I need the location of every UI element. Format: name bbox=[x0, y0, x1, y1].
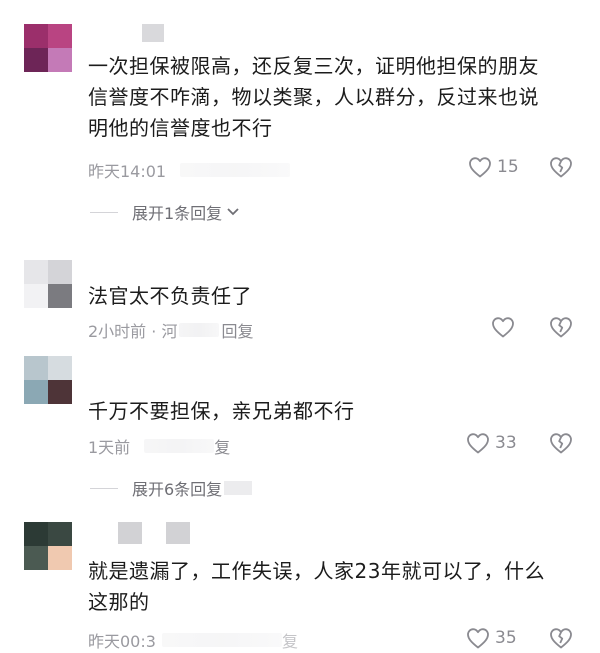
comment-text: 千万不要担保，亲兄弟都不行 bbox=[88, 396, 355, 427]
reply-button[interactable]: 复 bbox=[214, 434, 230, 458]
avatar-pixel bbox=[48, 260, 72, 284]
comment-line: 千万不要担保，亲兄弟都不行 bbox=[88, 399, 355, 423]
comment-line: 就是遗漏了，工作失误，人家23年就可以了，什么 bbox=[88, 559, 545, 583]
reply-button[interactable]: 回复 bbox=[221, 318, 253, 342]
heart-outline-icon bbox=[466, 627, 490, 649]
timestamp: 2小时前 · 河 bbox=[88, 322, 178, 341]
like-count: 35 bbox=[495, 628, 517, 648]
broken-heart-icon[interactable] bbox=[549, 432, 573, 454]
broken-heart-icon[interactable] bbox=[549, 156, 573, 178]
comment-line: 法官太不负责任了 bbox=[88, 284, 252, 308]
timestamp: 昨天14:01 bbox=[88, 162, 167, 181]
blurred-region bbox=[224, 481, 253, 495]
avatar-pixel bbox=[24, 48, 48, 72]
reply-button[interactable]: 复 bbox=[282, 628, 298, 652]
avatar[interactable] bbox=[24, 356, 72, 404]
comment-meta: 昨天00:3 复 bbox=[88, 628, 298, 652]
divider bbox=[90, 211, 118, 213]
avatar-pixel bbox=[48, 522, 72, 546]
timestamp: 昨天00:3 bbox=[88, 632, 156, 651]
avatar-pixel bbox=[24, 24, 48, 48]
comment-line: 这那的 bbox=[88, 590, 150, 614]
expand-label: 展开6条回复 bbox=[132, 480, 223, 499]
broken-heart-icon[interactable] bbox=[549, 627, 573, 649]
username-blurred[interactable] bbox=[142, 24, 164, 42]
avatar-pixel bbox=[48, 284, 72, 308]
blurred-region bbox=[179, 323, 220, 337]
avatar[interactable] bbox=[24, 24, 72, 72]
avatar-pixel bbox=[48, 48, 72, 72]
avatar-pixel bbox=[48, 356, 72, 380]
comment-line: 明他的信誉度也不行 bbox=[88, 116, 273, 140]
comment-text: 就是遗漏了，工作失误，人家23年就可以了，什么 这那的 bbox=[88, 556, 588, 618]
blurred-region bbox=[161, 633, 282, 647]
expand-replies[interactable]: 展开6条回复 bbox=[90, 476, 253, 500]
avatar-pixel bbox=[24, 284, 48, 308]
expand-label: 展开1条回复 bbox=[132, 204, 223, 223]
avatar-pixel bbox=[24, 260, 48, 284]
like-button[interactable]: 33 bbox=[466, 432, 517, 454]
chevron-down-icon bbox=[226, 207, 240, 217]
avatar-pixel bbox=[48, 24, 72, 48]
blurred-region bbox=[144, 439, 215, 453]
avatar-pixel bbox=[24, 380, 48, 404]
avatar[interactable] bbox=[24, 260, 72, 308]
expand-replies[interactable]: 展开1条回复 bbox=[90, 200, 240, 224]
like-button[interactable]: 35 bbox=[466, 627, 517, 649]
avatar-pixel bbox=[24, 546, 48, 570]
username-blurred[interactable] bbox=[166, 522, 190, 544]
comment-text: 法官太不负责任了 bbox=[88, 281, 252, 312]
like-count: 33 bbox=[495, 433, 517, 453]
avatar-pixel bbox=[24, 356, 48, 380]
like-count: 15 bbox=[497, 157, 519, 177]
avatar-pixel bbox=[24, 522, 48, 546]
blurred-region bbox=[180, 163, 291, 177]
comment-meta: 1天前 复 bbox=[88, 434, 230, 458]
avatar[interactable] bbox=[24, 522, 72, 570]
comment-meta: 昨天14:01 bbox=[88, 158, 291, 182]
heart-outline-icon bbox=[466, 432, 490, 454]
heart-outline-icon bbox=[468, 156, 492, 178]
broken-heart-icon[interactable] bbox=[549, 316, 573, 338]
username-blurred[interactable] bbox=[118, 522, 142, 544]
avatar-pixel bbox=[48, 380, 72, 404]
timestamp: 1天前 bbox=[88, 438, 131, 457]
comment-line: 一次担保被限高，还反复三次，证明他担保的朋友 bbox=[88, 54, 539, 78]
comment-text: 一次担保被限高，还反复三次，证明他担保的朋友 信誉度不咋滴，物以类聚，人以群分，… bbox=[88, 51, 588, 144]
heart-outline-icon[interactable] bbox=[491, 316, 515, 338]
divider bbox=[90, 487, 118, 489]
comment-line: 信誉度不咋滴，物以类聚，人以群分，反过来也说 bbox=[88, 85, 539, 109]
comment-meta: 2小时前 · 河 回复 bbox=[88, 318, 253, 342]
like-button[interactable]: 15 bbox=[468, 156, 519, 178]
avatar-pixel bbox=[48, 546, 72, 570]
